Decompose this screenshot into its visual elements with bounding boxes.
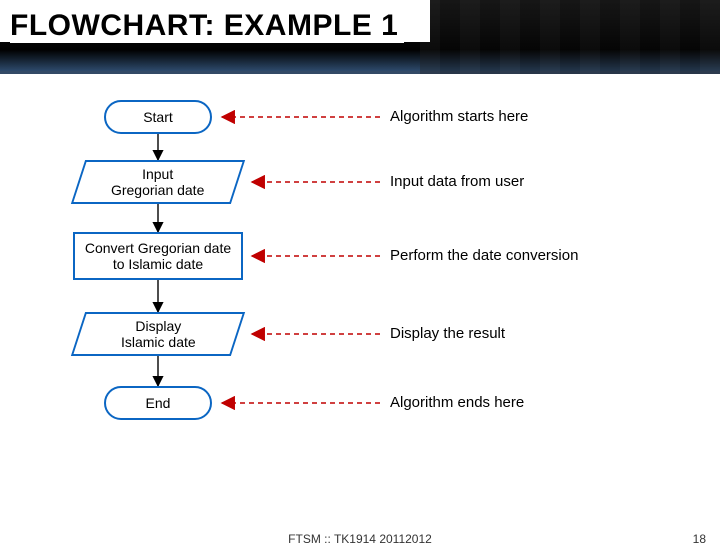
annot-end: Algorithm ends here bbox=[390, 394, 524, 411]
slide-title: FLOWCHART: EXAMPLE 1 bbox=[10, 8, 404, 43]
annot-convert: Perform the date conversion bbox=[390, 247, 578, 264]
node-input-label: InputGregorian date bbox=[111, 166, 204, 198]
node-start-label: Start bbox=[143, 109, 173, 125]
node-end-label: End bbox=[146, 395, 171, 411]
flowchart-stage: Start InputGregorian date Convert Gregor… bbox=[0, 80, 720, 500]
footer-center: FTSM :: TK1914 20112012 bbox=[0, 532, 720, 546]
annot-start: Algorithm starts here bbox=[390, 108, 528, 125]
node-start: Start bbox=[104, 100, 212, 134]
node-display: DisplayIslamic date bbox=[71, 312, 245, 356]
node-display-label: DisplayIslamic date bbox=[121, 318, 196, 350]
page-number: 18 bbox=[693, 532, 706, 546]
node-end: End bbox=[104, 386, 212, 420]
node-convert-label: Convert Gregorian date to Islamic date bbox=[81, 240, 235, 272]
node-input: InputGregorian date bbox=[71, 160, 245, 204]
node-convert: Convert Gregorian date to Islamic date bbox=[73, 232, 243, 280]
annot-display: Display the result bbox=[390, 325, 505, 342]
connectors bbox=[0, 80, 720, 500]
annot-input: Input data from user bbox=[390, 173, 524, 190]
